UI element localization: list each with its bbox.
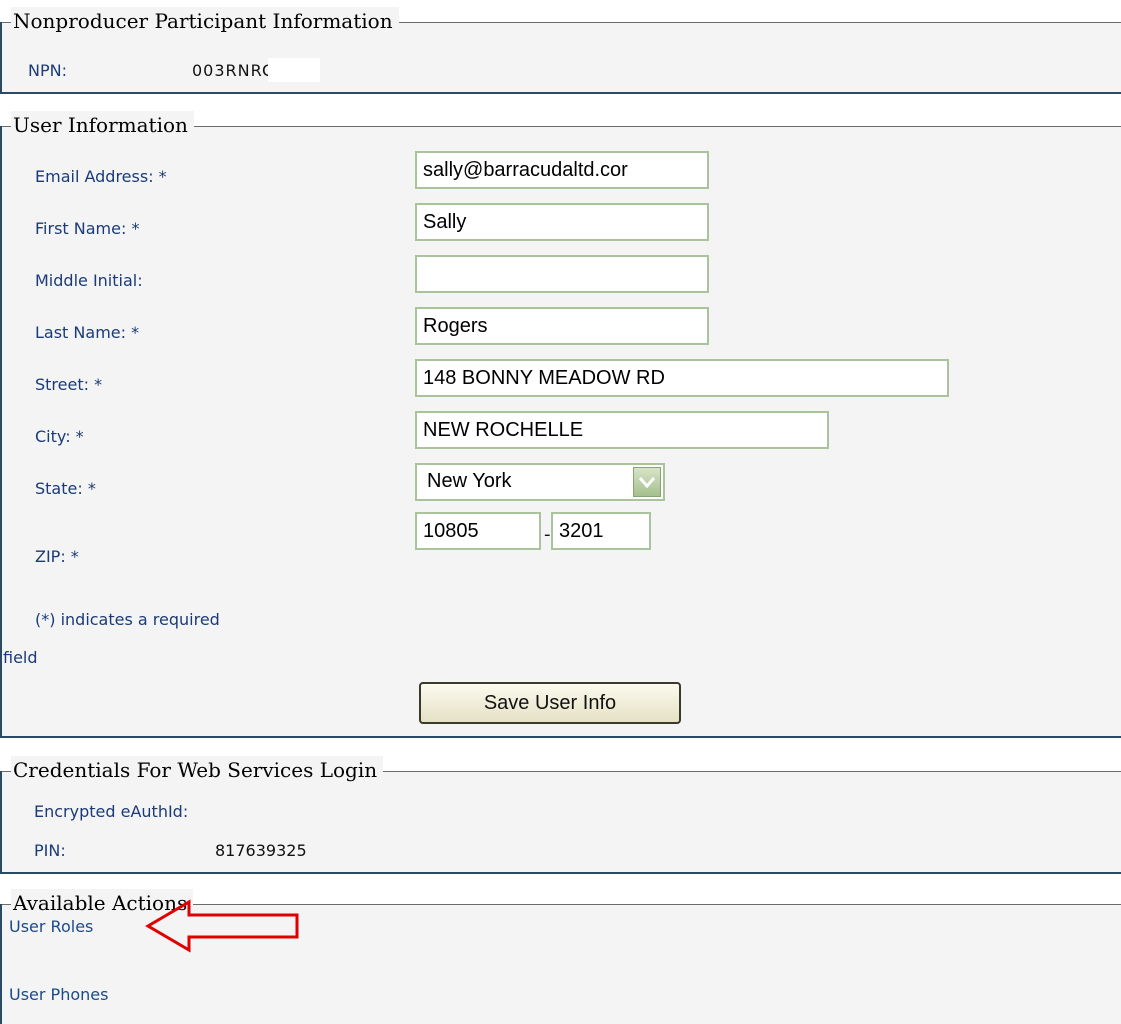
- dropdown-arrow-icon[interactable]: [633, 467, 661, 497]
- first-name-label: First Name: *: [35, 219, 140, 238]
- chevron-down-icon: [638, 477, 656, 489]
- required-note: (*) indicates a required: [35, 610, 220, 629]
- nonproducer-section: Nonproducer Participant Information NPN:…: [0, 7, 1121, 94]
- zip-separator: -: [544, 524, 551, 545]
- street-label: Street: *: [35, 375, 103, 394]
- user-info-section: User Information Email Address: * First …: [0, 111, 1121, 738]
- email-field[interactable]: [415, 151, 709, 189]
- state-select[interactable]: New York: [415, 463, 665, 501]
- middle-initial-label: Middle Initial:: [35, 271, 143, 290]
- section-legend: Credentials For Web Services Login: [11, 756, 384, 784]
- zip-label: ZIP: *: [35, 547, 79, 566]
- email-label: Email Address: *: [35, 167, 167, 186]
- state-selected-value: New York: [427, 470, 512, 492]
- first-name-field[interactable]: [415, 203, 709, 241]
- save-user-info-button[interactable]: Save User Info: [419, 682, 681, 724]
- npn-value: 003RNRC: [192, 61, 275, 80]
- zip-field[interactable]: [415, 512, 541, 550]
- credentials-section: Credentials For Web Services Login Encry…: [0, 756, 1121, 874]
- user-phones-link[interactable]: User Phones: [9, 985, 108, 1004]
- section-legend: User Information: [11, 111, 194, 139]
- encrypted-eauthid-label: Encrypted eAuthId:: [34, 802, 189, 821]
- city-label: City: *: [35, 427, 84, 446]
- pin-label: PIN:: [34, 841, 66, 860]
- arrow-shape: [145, 899, 299, 953]
- last-name-field[interactable]: [415, 307, 709, 345]
- user-roles-link[interactable]: User Roles: [9, 917, 93, 936]
- street-field[interactable]: [415, 359, 949, 397]
- last-name-label: Last Name: *: [35, 323, 140, 342]
- redacted-area: [268, 58, 320, 82]
- pin-value: 817639325: [215, 841, 307, 860]
- state-label: State: *: [35, 479, 96, 498]
- section-legend: Nonproducer Participant Information: [11, 7, 399, 35]
- city-field[interactable]: [415, 411, 829, 449]
- annotation-arrow: [145, 899, 299, 953]
- required-note-continued: field: [3, 648, 38, 667]
- middle-initial-field[interactable]: [415, 255, 709, 293]
- zip-extension-field[interactable]: [551, 512, 651, 550]
- npn-label: NPN:: [28, 61, 67, 80]
